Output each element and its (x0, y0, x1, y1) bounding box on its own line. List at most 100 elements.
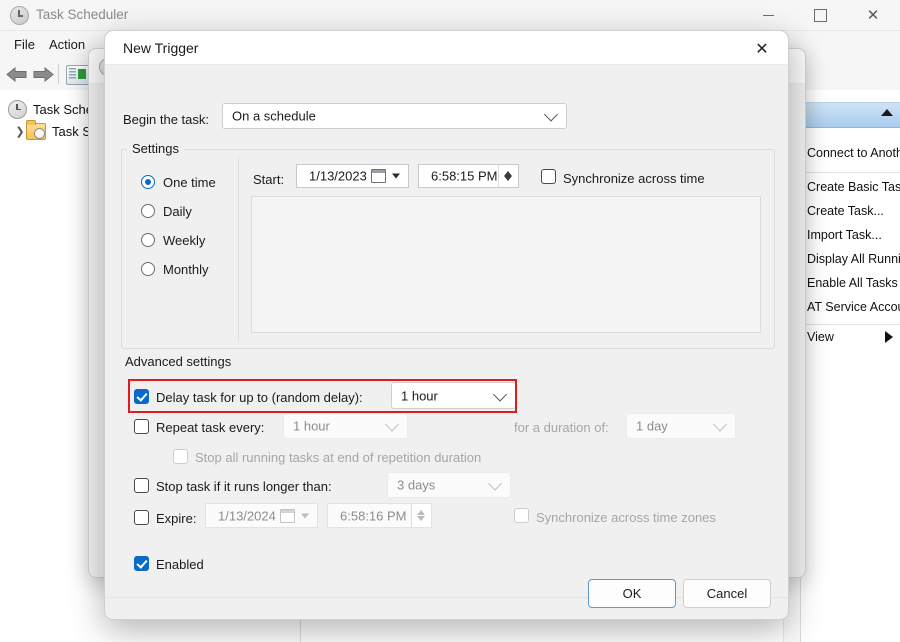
duration-value: 1 day (636, 419, 668, 434)
expire-date-value: 1/13/2024 (218, 508, 276, 523)
delay-task-label: Delay task for up to (random delay): (156, 390, 363, 405)
action-display-all-running-tasks[interactable]: Display All Running Tasks (807, 252, 900, 266)
screen: Task Scheduler ✕ File Action View (0, 0, 900, 642)
dialog-titlebar: New Trigger ✕ (105, 31, 788, 64)
enabled-checkbox[interactable] (134, 556, 149, 571)
menu-item-file[interactable]: File (10, 36, 39, 53)
expire-time-value: 6:58:16 PM (340, 508, 407, 523)
close-icon[interactable]: ✕ (744, 36, 780, 60)
actions-divider (801, 324, 900, 325)
action-at-service-account-configuration[interactable]: AT Service Account Configur... (807, 300, 900, 314)
expire-sync-timezones-checkbox[interactable] (514, 508, 529, 523)
calendar-icon[interactable] (371, 169, 386, 183)
show-hide-console-tree-icon[interactable] (66, 65, 90, 85)
ok-button[interactable]: OK (588, 579, 676, 608)
back-arrow-icon[interactable] (6, 67, 28, 82)
action-connect-another-computer[interactable]: Connect to Another Computer... (807, 146, 900, 160)
enabled-label: Enabled (156, 557, 204, 572)
stepper-up-icon[interactable] (417, 510, 425, 515)
close-button[interactable]: ✕ (850, 0, 896, 30)
stop-task-duration-select[interactable]: 3 days (387, 472, 511, 498)
stepper-down-icon[interactable] (417, 516, 425, 521)
expire-label: Expire: (156, 511, 196, 526)
settings-group-label: Settings (127, 141, 184, 156)
expire-checkbox[interactable] (134, 510, 149, 525)
radio-monthly[interactable] (141, 262, 155, 276)
main-titlebar: Task Scheduler ✕ (0, 0, 900, 31)
repeat-task-label: Repeat task every: (156, 420, 264, 435)
start-date-value: 1/13/2023 (309, 169, 367, 184)
clock-icon (8, 100, 27, 119)
start-time-value: 6:58:15 PM (431, 169, 498, 184)
action-create-task[interactable]: Create Task... (807, 204, 884, 218)
stop-all-running-checkbox[interactable] (173, 449, 188, 464)
delay-task-value: 1 hour (401, 388, 438, 403)
chevron-right-icon[interactable] (885, 331, 893, 343)
stop-all-running-label: Stop all running tasks at end of repetit… (195, 450, 481, 465)
menu-item-action[interactable]: Action (45, 36, 89, 53)
stop-task-longer-label: Stop task if it runs longer than: (156, 479, 332, 494)
clock-icon (10, 6, 29, 25)
new-trigger-dialog: New Trigger ✕ Begin the task: On a sched… (104, 30, 789, 620)
expire-sync-timezones-label: Synchronize across time zones (536, 510, 716, 525)
radio-one-time[interactable] (141, 175, 155, 189)
chevron-right-icon[interactable]: ❯ (14, 120, 26, 142)
chevron-down-icon (544, 107, 558, 121)
duration-select[interactable]: 1 day (626, 413, 736, 439)
radio-weekly-label: Weekly (163, 233, 205, 248)
expire-time-input[interactable]: 6:58:16 PM (327, 503, 432, 528)
radio-weekly[interactable] (141, 233, 155, 247)
actions-pane-header[interactable] (801, 102, 900, 128)
begin-task-label: Begin the task: (123, 112, 209, 127)
dialog-title: New Trigger (123, 40, 198, 56)
actions-divider (801, 172, 900, 173)
actions-pane: Connect to Another Computer... Create Ba… (800, 90, 900, 642)
action-create-basic-task[interactable]: Create Basic Task... (807, 180, 900, 194)
chevron-down-icon (488, 476, 502, 490)
start-date-input[interactable]: 1/13/2023 (296, 164, 409, 188)
stop-task-longer-checkbox[interactable] (134, 478, 149, 493)
chevron-up-icon[interactable] (881, 109, 893, 116)
chevron-down-icon (493, 387, 507, 401)
begin-task-select[interactable]: On a schedule (222, 103, 567, 129)
chevron-down-icon[interactable] (392, 174, 400, 179)
folder-clock-icon (26, 123, 46, 140)
action-enable-all-tasks-history[interactable]: Enable All Tasks History (807, 276, 900, 290)
start-label: Start: (253, 172, 284, 187)
window-title: Task Scheduler (36, 7, 128, 22)
calendar-icon[interactable] (280, 509, 295, 523)
repeat-interval-value: 1 hour (293, 419, 330, 434)
chevron-down-icon[interactable] (301, 513, 309, 518)
toolbar-separator (58, 64, 59, 84)
expire-date-input[interactable]: 1/13/2024 (205, 503, 318, 528)
repeat-interval-select[interactable]: 1 hour (283, 413, 408, 439)
sync-across-time-label: Synchronize across time (563, 171, 705, 186)
chevron-down-icon (385, 417, 399, 431)
schedule-detail-panel (251, 196, 761, 333)
sync-across-time-checkbox[interactable] (541, 169, 556, 184)
cancel-button[interactable]: Cancel (683, 579, 771, 608)
delay-task-select[interactable]: 1 hour (391, 382, 516, 409)
advanced-settings-label: Advanced settings (125, 354, 231, 369)
action-import-task[interactable]: Import Task... (807, 228, 882, 242)
radio-monthly-label: Monthly (163, 262, 209, 277)
delay-task-checkbox[interactable] (134, 389, 149, 404)
radio-one-time-label: One time (163, 175, 216, 190)
stop-task-duration-value: 3 days (397, 478, 435, 493)
duration-label: for a duration of: (514, 420, 609, 435)
stepper-down-icon[interactable] (504, 176, 512, 181)
repeat-task-checkbox[interactable] (134, 419, 149, 434)
radio-daily[interactable] (141, 204, 155, 218)
start-time-input[interactable]: 6:58:15 PM (418, 164, 519, 188)
start-time-stepper[interactable] (498, 165, 518, 187)
forward-arrow-icon[interactable] (32, 67, 54, 82)
dialog-body: Begin the task: On a schedule Settings O… (105, 65, 788, 597)
radio-daily-label: Daily (163, 204, 192, 219)
chevron-down-icon (713, 417, 727, 431)
settings-divider (238, 157, 239, 341)
minimize-button[interactable] (745, 0, 791, 30)
expire-time-stepper[interactable] (411, 504, 431, 527)
begin-task-value: On a schedule (232, 109, 316, 124)
maximize-button[interactable] (797, 0, 843, 30)
action-view[interactable]: View (807, 330, 834, 344)
